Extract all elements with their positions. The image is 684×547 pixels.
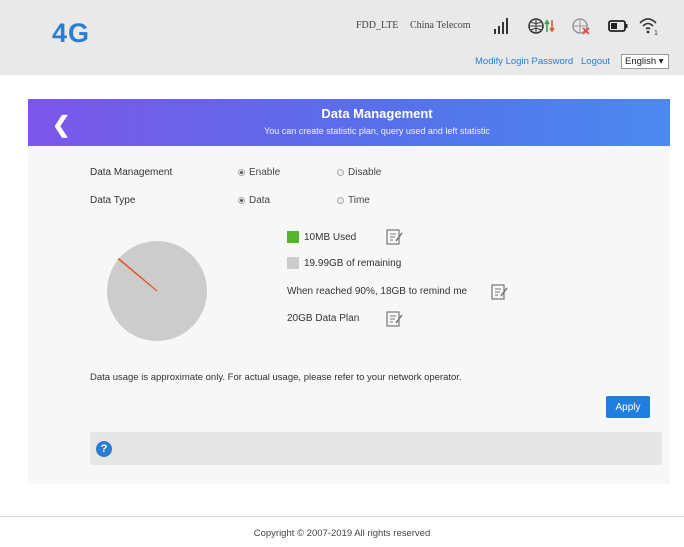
edit-reminder-icon[interactable] bbox=[491, 284, 509, 300]
enable-radio[interactable]: Enable bbox=[238, 167, 280, 178]
network-mode: FDD_LTE bbox=[356, 20, 399, 31]
signal-strength-icon bbox=[494, 18, 508, 34]
time-radio[interactable]: Time bbox=[337, 195, 370, 206]
data-connection-icon bbox=[528, 18, 555, 34]
footer-divider bbox=[0, 516, 684, 517]
disable-label: Disable bbox=[348, 167, 382, 178]
radio-unselected-icon bbox=[337, 197, 344, 204]
wifi-icon: 1 bbox=[639, 18, 658, 36]
help-bar bbox=[90, 432, 662, 465]
used-legend: 10MB Used bbox=[287, 231, 356, 243]
usage-disclaimer: Data usage is approximate only. For actu… bbox=[90, 372, 462, 383]
svg-text:1: 1 bbox=[654, 30, 658, 36]
edit-used-icon[interactable] bbox=[386, 229, 404, 245]
radio-selected-icon bbox=[238, 197, 245, 204]
data-label: Data bbox=[249, 195, 271, 206]
operator-name: China Telecom bbox=[410, 20, 471, 31]
modify-login-password-link[interactable]: Modify Login Password bbox=[475, 56, 573, 67]
logout-link[interactable]: Logout bbox=[581, 56, 610, 67]
remaining-swatch bbox=[287, 257, 299, 269]
page-title: Data Management bbox=[321, 106, 433, 121]
copyright-footer: Copyright © 2007-2019 All rights reserve… bbox=[253, 528, 431, 539]
data-type-label: Data Type bbox=[90, 195, 136, 206]
plan-text: 20GB Data Plan bbox=[287, 313, 360, 324]
disable-radio[interactable]: Disable bbox=[337, 167, 381, 178]
logo: 4G bbox=[52, 18, 91, 48]
time-label: Time bbox=[348, 195, 370, 206]
used-swatch bbox=[287, 231, 299, 243]
data-radio[interactable]: Data bbox=[238, 195, 270, 206]
radio-unselected-icon bbox=[337, 169, 344, 176]
remaining-text: 19.99GB of remaining bbox=[304, 257, 402, 269]
language-select[interactable]: English ▾ bbox=[621, 54, 669, 69]
usage-pie-chart bbox=[107, 241, 207, 341]
remaining-legend: 19.99GB of remaining bbox=[287, 257, 401, 269]
reminder-text: When reached 90%, 18GB to remind me bbox=[287, 286, 468, 297]
roaming-icon bbox=[572, 18, 590, 35]
edit-plan-icon[interactable] bbox=[386, 311, 404, 327]
enable-label: Enable bbox=[249, 167, 281, 178]
radio-selected-icon bbox=[238, 169, 245, 176]
data-management-label: Data Management bbox=[90, 167, 173, 178]
used-text: 10MB Used bbox=[304, 231, 357, 243]
apply-button[interactable]: Apply bbox=[606, 396, 650, 418]
battery-icon bbox=[608, 20, 628, 32]
help-icon[interactable]: ? bbox=[96, 441, 112, 457]
page-subtitle: You can create statistic plan, query use… bbox=[264, 126, 490, 136]
